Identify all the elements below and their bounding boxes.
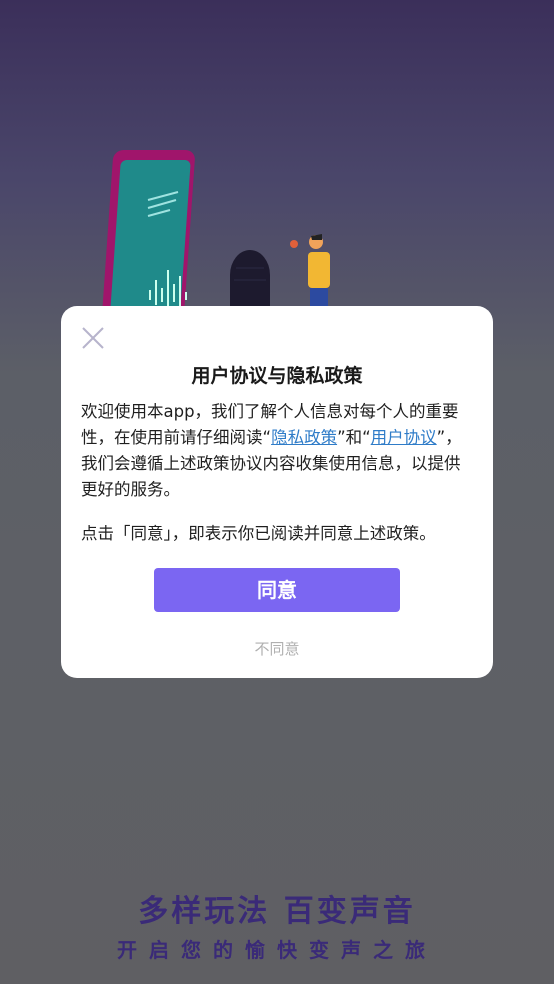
- phone-graphic: [101, 150, 195, 330]
- body-text-2: ”和“: [337, 428, 371, 447]
- voice-illustration: [101, 150, 330, 330]
- dialog-title: 用户协议与隐私政策: [191, 365, 363, 387]
- person-graphic: [290, 234, 330, 306]
- tagline-sub: 开启您的愉快变声之旅: [117, 938, 437, 962]
- agree-button[interactable]: 同意: [154, 568, 400, 612]
- consent-note: 点击「同意」，即表示你已阅读并同意上述政策。: [81, 524, 436, 543]
- close-icon: [82, 327, 104, 349]
- tagline-main: 多样玩法 百变声音: [138, 894, 416, 929]
- microphone-graphic: [230, 250, 270, 310]
- disagree-button[interactable]: 不同意: [61, 638, 493, 659]
- privacy-dialog: 用户协议与隐私政策 欢迎使用本app，我们了解个人信息对每个人的重要性，在使用前…: [61, 306, 493, 678]
- user-agreement-link[interactable]: 用户协议: [371, 428, 437, 447]
- close-button[interactable]: [81, 326, 105, 350]
- dialog-body: 欢迎使用本app，我们了解个人信息对每个人的重要性，在使用前请仔细阅读“隐私政策…: [81, 399, 475, 503]
- privacy-policy-link[interactable]: 隐私政策: [271, 428, 337, 447]
